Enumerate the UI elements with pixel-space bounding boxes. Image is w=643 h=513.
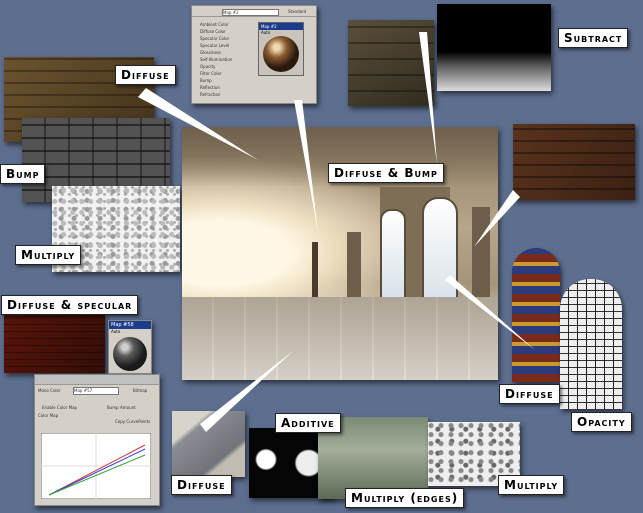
editor-standard-button[interactable]: Standard <box>288 9 306 14</box>
channel-diffuse-color[interactable]: Diffuse Color <box>200 29 226 34</box>
label-diffuse-bump: Diffuse & Bump <box>328 163 444 183</box>
stained-glass-diffuse <box>512 248 560 382</box>
editor-map-name[interactable]: Map #2 <box>222 9 279 16</box>
output-bump-amount: Bump Amount <box>107 405 136 410</box>
label-multiply-left: Multiply <box>15 245 82 265</box>
label-subtract: Subtract <box>558 28 629 48</box>
curve-graph[interactable] <box>41 433 151 499</box>
diffuse-texture-bottom <box>172 411 245 477</box>
stained-glass-opacity <box>560 279 622 409</box>
output-color-map: Color Map <box>38 413 59 418</box>
label-diffuse-specular: Diffuse & specular <box>1 295 139 315</box>
channel-opacity[interactable]: Opacity <box>200 64 215 69</box>
label-additive: Additive <box>275 413 341 433</box>
channel-specular-level[interactable]: Specular Level <box>200 43 229 48</box>
output-curve-panel[interactable]: Mono Color Map #57 Bitmap Enable Color M… <box>34 374 160 506</box>
channel-specular-color[interactable]: Specular Color <box>200 36 229 41</box>
brick-texture-right <box>513 124 635 200</box>
channel-refraction[interactable]: Refraction <box>200 92 220 97</box>
output-mono-color: Mono Color <box>38 388 61 393</box>
subtract-stone-texture <box>348 20 434 106</box>
label-multiply-right: Multiply <box>498 475 565 495</box>
output-enable-color-map[interactable]: Enable Color Map <box>42 405 77 410</box>
channel-bump[interactable]: Bump <box>200 78 212 83</box>
label-diffuse-bottom: Diffuse <box>171 475 232 495</box>
output-copy-curve[interactable]: Copy CurvePoints <box>115 419 150 424</box>
subtract-mask-texture <box>437 4 551 91</box>
output-bitmap-button[interactable]: Bitmap <box>133 388 147 393</box>
channel-reflection[interactable]: Reflection <box>200 85 220 90</box>
label-diffuse-right: Diffuse <box>499 384 560 404</box>
window-right <box>422 197 458 311</box>
crucifix-figure <box>312 242 318 297</box>
channel-ambient-color[interactable]: Ambient Color <box>200 22 229 27</box>
label-multiply-edges: Multiply (edges) <box>345 488 465 508</box>
material-editor-top[interactable]: Map #2 Standard Ambient Color Diffuse Co… <box>191 5 317 104</box>
swatch-small-auto: Auto <box>111 329 121 334</box>
sphere-preview-top-icon <box>263 36 299 72</box>
swatch-small-title: Map #58 <box>109 321 151 329</box>
window-left <box>380 209 406 305</box>
label-diffuse-top: Diffuse <box>115 65 176 85</box>
sphere-preview-icon <box>113 337 147 371</box>
channel-filter-color[interactable]: Filter Color <box>200 71 222 76</box>
editor-preview-title: Map #2 <box>259 23 303 30</box>
output-map-title[interactable]: Map #57 <box>73 387 119 395</box>
diffuse-specular-texture <box>4 313 105 373</box>
channel-glossiness[interactable]: Glossiness <box>200 50 221 55</box>
channel-self-illumination[interactable]: Self-Illumination <box>200 57 232 62</box>
material-swatch-small[interactable]: Map #58 Auto <box>108 320 152 374</box>
label-bump: Bump <box>0 164 46 184</box>
label-opacity: Opacity <box>571 412 632 432</box>
